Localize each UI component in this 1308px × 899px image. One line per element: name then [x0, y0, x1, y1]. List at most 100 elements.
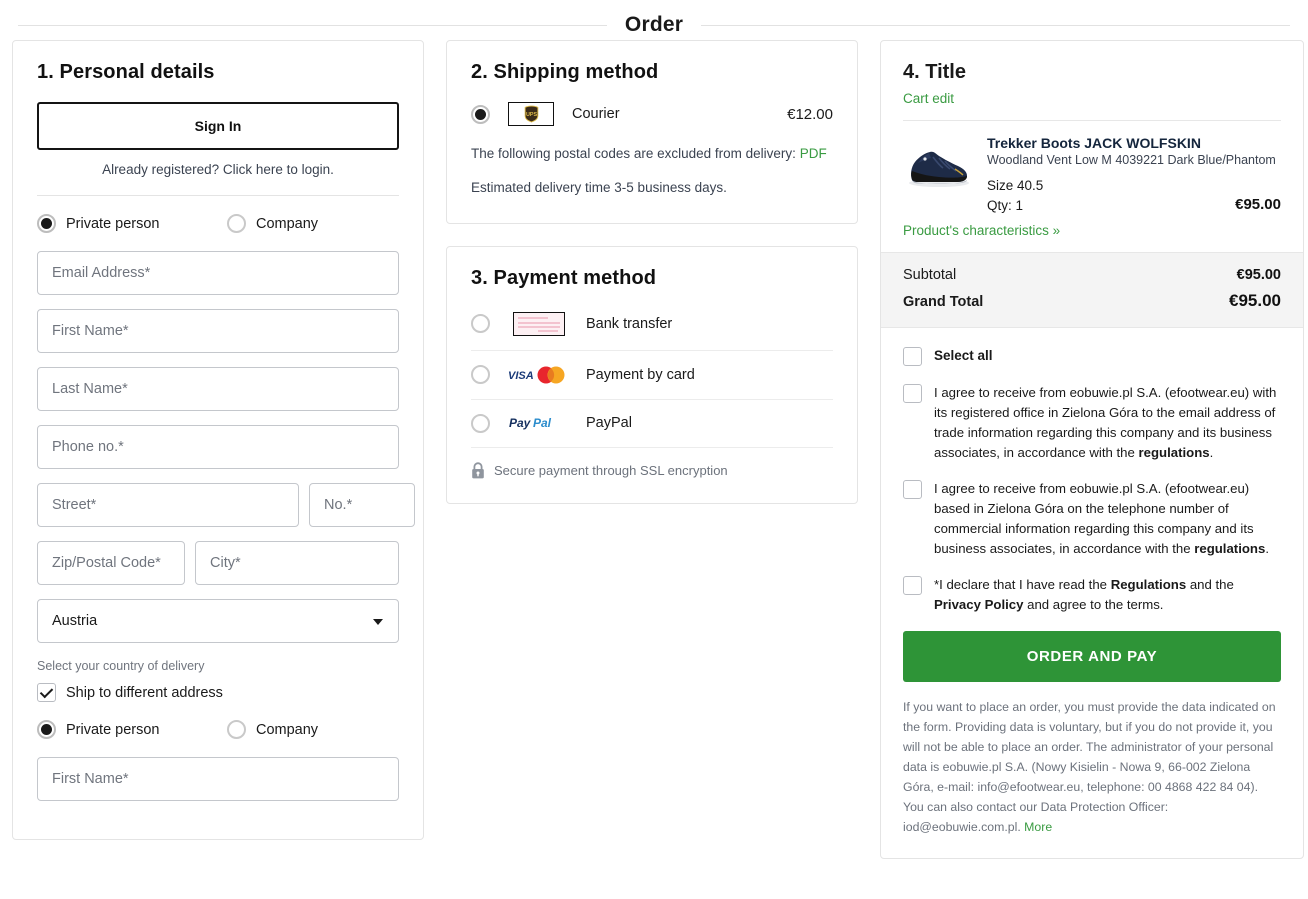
grand-total-row: Grand Total €95.00: [903, 291, 1281, 311]
consent-phone-regulations-link[interactable]: regulations: [1194, 541, 1265, 556]
visa-mastercard-icon: VISA: [508, 365, 570, 385]
delivery-radio-private-person[interactable]: Private person: [37, 720, 227, 739]
checkout-columns: 1. Personal details Sign In Already regi…: [0, 40, 1308, 859]
ups-logo-icon: UPS: [508, 102, 554, 126]
regulations-link[interactable]: Regulations: [1111, 577, 1186, 592]
consent-email-text-after: .: [1209, 444, 1214, 460]
sign-in-button[interactable]: Sign In: [37, 102, 399, 150]
header-rule-left: [18, 24, 607, 26]
consent-phone-text-after: .: [1265, 541, 1269, 557]
shipping-courier-label: Courier: [572, 106, 620, 122]
grand-total-value: €95.00: [1229, 291, 1281, 311]
subtotal-value: €95.00: [1236, 267, 1281, 284]
ship-different-address-row[interactable]: Ship to different address: [37, 683, 399, 702]
cart-edit-link[interactable]: Cart edit: [903, 91, 954, 106]
subtotal-row: Subtotal €95.00: [903, 267, 1281, 283]
delivery-radio-company[interactable]: Company: [227, 720, 318, 739]
consent-email-text-before: I agree to receive from eobuwie.pl S.A. …: [934, 384, 1277, 460]
city-field[interactable]: [195, 541, 399, 585]
delivery-radio-company-label: Company: [256, 721, 319, 738]
payment-card-radio[interactable]: [471, 365, 490, 384]
product-row: Trekker Boots JACK WOLFSKIN Woodland Ven…: [881, 121, 1303, 223]
house-number-field[interactable]: [309, 483, 415, 527]
payment-option-card[interactable]: VISA Payment by card: [471, 351, 833, 400]
header-rule-right: [701, 24, 1290, 26]
svg-text:Pay: Pay: [509, 416, 532, 430]
privacy-policy-link[interactable]: Privacy Policy: [934, 597, 1023, 612]
excluded-postal-codes-note: The following postal codes are excluded …: [471, 144, 833, 164]
select-all-row[interactable]: Select all: [903, 346, 1281, 367]
paypal-icon: Pay Pal: [508, 414, 570, 432]
declaration-row[interactable]: *I declare that I have read the Regulati…: [903, 575, 1281, 615]
totals-section: Subtotal €95.00 Grand Total €95.00: [881, 252, 1303, 329]
product-name: Trekker Boots JACK WOLFSKIN: [987, 135, 1201, 151]
svg-text:Pal: Pal: [533, 416, 552, 430]
payment-option-paypal[interactable]: Pay Pal PayPal: [471, 400, 833, 448]
personal-details-column: 1. Personal details Sign In Already regi…: [12, 40, 424, 840]
radio-company-label: Company: [256, 215, 319, 232]
first-name-field[interactable]: [37, 309, 399, 353]
street-row: [37, 483, 415, 541]
payment-option-bank-transfer[interactable]: Bank transfer: [471, 308, 833, 351]
zip-field[interactable]: [37, 541, 185, 585]
consent-phone-row[interactable]: I agree to receive from eobuwie.pl S.A. …: [903, 479, 1281, 559]
ssl-note-text: Secure payment through SSL encryption: [494, 462, 728, 478]
svg-text:VISA: VISA: [508, 370, 534, 382]
product-info: Trekker Boots JACK WOLFSKIN Woodland Ven…: [975, 135, 1281, 215]
shipping-method-title: 2. Shipping method: [471, 61, 659, 83]
select-all-checkbox[interactable]: [903, 347, 922, 367]
excluded-postal-codes-text: The following postal codes are excluded …: [471, 146, 796, 161]
consent-email-text: I agree to receive from eobuwie.pl S.A. …: [934, 383, 1281, 463]
delivery-type-group: Private person Company: [37, 720, 399, 739]
consent-phone-text: I agree to receive from eobuwie.pl S.A. …: [934, 479, 1281, 559]
street-field[interactable]: [37, 483, 299, 527]
payment-bank-transfer-radio[interactable]: [471, 314, 490, 333]
legal-notice-text: If you want to place an order, you must …: [903, 700, 1276, 834]
payment-paypal-radio[interactable]: [471, 413, 490, 433]
email-field[interactable]: [37, 251, 399, 295]
declaration-part2: and the: [1186, 577, 1234, 593]
last-name-field[interactable]: [37, 367, 399, 411]
product-characteristics-link[interactable]: Product's characteristics »: [881, 223, 1303, 252]
radio-private-person-icon[interactable]: [37, 214, 56, 233]
ship-different-address-checkbox[interactable]: [37, 683, 56, 702]
country-select[interactable]: [37, 599, 399, 643]
declaration-part1: *I declare that I have read the: [934, 577, 1111, 593]
consent-email-checkbox[interactable]: [903, 383, 922, 403]
product-thumbnail[interactable]: [903, 135, 975, 197]
consent-email-regulations-link[interactable]: regulations: [1139, 445, 1210, 460]
svg-text:UPS: UPS: [525, 112, 536, 118]
subtotal-label: Subtotal: [903, 267, 957, 284]
product-price: €95.00: [1235, 196, 1281, 214]
summary-header: 4. Title Cart edit: [881, 41, 1303, 120]
consent-email-row[interactable]: I agree to receive from eobuwie.pl S.A. …: [903, 383, 1281, 463]
shipping-option-courier[interactable]: UPS Courier €12.00: [471, 102, 833, 126]
legal-more-link[interactable]: More: [1024, 820, 1052, 834]
radio-company-icon[interactable]: [227, 214, 246, 233]
ship-different-address-label: Ship to different address: [66, 684, 223, 701]
summary-title: 4. Title: [903, 61, 966, 83]
payment-card-label: Payment by card: [586, 366, 695, 383]
order-and-pay-button[interactable]: ORDER AND PAY: [903, 631, 1281, 683]
login-hint[interactable]: Already registered? Click here to login.: [37, 162, 399, 177]
payment-method-title: 3. Payment method: [471, 266, 657, 289]
delivery-radio-private-person-icon[interactable]: [37, 720, 56, 739]
declaration-text: *I declare that I have read the Regulati…: [934, 575, 1281, 615]
consents-section: Select all I agree to receive from eobuw…: [881, 328, 1303, 857]
page-header: Order: [0, 0, 1308, 40]
shipping-courier-radio[interactable]: [471, 104, 490, 124]
city-row: [37, 541, 399, 599]
bank-transfer-icon: [508, 311, 570, 336]
lock-icon: [472, 461, 484, 478]
delivery-first-name-field[interactable]: [37, 757, 399, 801]
radio-private-person[interactable]: Private person: [37, 214, 227, 233]
declaration-checkbox[interactable]: [903, 576, 922, 596]
radio-company[interactable]: Company: [227, 214, 318, 233]
delivery-radio-company-icon[interactable]: [227, 720, 246, 739]
consent-phone-checkbox[interactable]: [903, 479, 922, 499]
legal-notice: If you want to place an order, you must …: [903, 698, 1281, 837]
country-help-text: Select your country of delivery: [37, 659, 205, 673]
phone-field[interactable]: [37, 425, 399, 469]
excluded-postal-codes-pdf-link[interactable]: PDF: [800, 146, 827, 161]
delivery-radio-private-person-label: Private person: [66, 721, 160, 738]
